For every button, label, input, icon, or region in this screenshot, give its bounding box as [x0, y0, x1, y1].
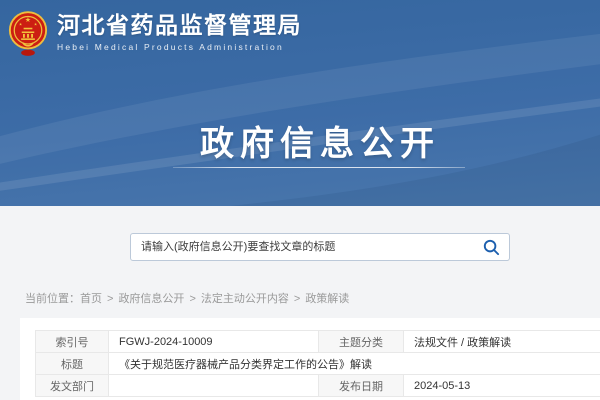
search-button[interactable] — [473, 234, 509, 260]
site-header: ★ ★ ★ 河北省药品监督管理局 Hebei Medical Products … — [0, 0, 600, 206]
publish-date-value: 2024-05-13 — [404, 375, 600, 397]
breadcrumb-separator: > — [107, 293, 113, 305]
page-title: 政府信息公开 — [200, 116, 440, 165]
search-box — [130, 233, 510, 261]
search-icon — [483, 239, 500, 256]
publish-date-label: 发布日期 — [319, 375, 404, 397]
index-number-label: 索引号 — [36, 331, 109, 353]
breadcrumb-item-gov-info[interactable]: 政府信息公开 — [118, 293, 184, 305]
breadcrumb-separator: > — [189, 293, 195, 305]
category-label: 主题分类 — [319, 331, 404, 353]
breadcrumb-item-home[interactable]: 首页 — [80, 293, 102, 305]
site-name: 河北省药品监督管理局 — [57, 13, 302, 38]
category-value: 法规文件 / 政策解读 — [404, 331, 600, 353]
breadcrumb-item-policy[interactable]: 政策解读 — [305, 293, 349, 305]
brand-text: 河北省药品监督管理局 Hebei Medical Products Admini… — [57, 10, 302, 52]
table-row: 索引号 FGWJ-2024-10009 主题分类 法规文件 / 政策解读 — [36, 331, 600, 353]
department-value — [109, 375, 319, 397]
site-logo-link[interactable]: ★ ★ ★ 河北省药品监督管理局 Hebei Medical Products … — [10, 10, 302, 58]
svg-text:★: ★ — [25, 17, 31, 24]
document-info-table: 索引号 FGWJ-2024-10009 主题分类 法规文件 / 政策解读 标题 … — [35, 330, 600, 397]
title-value: 《关于规范医疗器械产品分类界定工作的公告》解读 — [109, 353, 600, 375]
department-label: 发文部门 — [36, 375, 109, 397]
breadcrumb-item-disclosure[interactable]: 法定主动公开内容 — [201, 293, 289, 305]
table-row: 标题 《关于规范医疗器械产品分类界定工作的公告》解读 — [36, 353, 600, 375]
table-row: 发文部门 发布日期 2024-05-13 — [36, 375, 600, 397]
breadcrumb-prefix: 当前位置： — [25, 293, 80, 305]
index-number-value: FGWJ-2024-10009 — [109, 331, 319, 353]
title-label: 标题 — [36, 353, 109, 375]
site-name-english: Hebei Medical Products Administration — [57, 42, 302, 52]
banner-divider — [173, 167, 465, 168]
breadcrumb: 当前位置：首页 > 政府信息公开 > 法定主动公开内容 > 政策解读 — [25, 290, 349, 306]
search-input[interactable] — [131, 234, 473, 260]
main-content: 当前位置：首页 > 政府信息公开 > 法定主动公开内容 > 政策解读 索引号 FGWJ-20… — [0, 206, 600, 400]
document-info-panel: 索引号 FGWJ-2024-10009 主题分类 法规文件 / 政策解读 标题 … — [20, 318, 600, 400]
china-national-emblem-icon: ★ ★ ★ — [8, 10, 48, 58]
breadcrumb-separator: > — [294, 293, 300, 305]
